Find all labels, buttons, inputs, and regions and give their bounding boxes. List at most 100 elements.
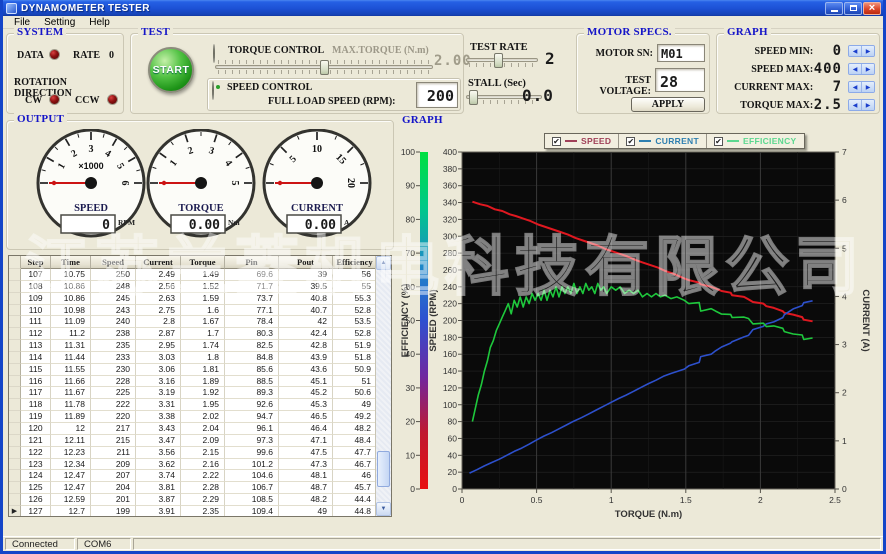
table-row[interactable]: 11911.892203.382.0294.746.549.2 bbox=[9, 411, 375, 423]
apply-button[interactable]: APPLY bbox=[631, 97, 705, 112]
table-scrollbar[interactable]: ▲ ▼ bbox=[375, 256, 391, 516]
full-load-speed-input[interactable]: 200 bbox=[416, 82, 458, 108]
torque-max-spinner[interactable]: ◀▶ bbox=[848, 99, 875, 111]
start-button[interactable]: START bbox=[148, 47, 194, 93]
table-row[interactable]: 12212.232113.562.1599.647.547.7 bbox=[9, 447, 375, 459]
row-selector[interactable] bbox=[9, 387, 21, 399]
slider-thumb[interactable] bbox=[320, 60, 329, 75]
column-header-torque[interactable]: Torque bbox=[181, 256, 225, 269]
scrollbar-track[interactable] bbox=[376, 270, 391, 502]
row-selector[interactable]: ▶ bbox=[9, 506, 21, 516]
speed-max-value: 400 bbox=[813, 61, 842, 77]
motor-sn-input[interactable]: M01 bbox=[657, 44, 705, 62]
data-table[interactable]: StepTimeSpeedCurrentTorquePinPoutEfficie… bbox=[8, 255, 392, 517]
cell: 12.59 bbox=[51, 494, 91, 506]
table-row[interactable]: 11211.22382.871.780.342.452.8 bbox=[9, 328, 375, 340]
test-voltage-input[interactable]: 28 bbox=[655, 68, 705, 92]
spinner-left-icon[interactable]: ◀ bbox=[849, 100, 862, 110]
row-selector[interactable] bbox=[9, 281, 21, 293]
scroll-up-button[interactable]: ▲ bbox=[376, 256, 391, 270]
table-row[interactable]: 12112.112153.472.0997.347.148.4 bbox=[9, 435, 375, 447]
cell: 240 bbox=[91, 316, 136, 328]
row-selector[interactable] bbox=[9, 411, 21, 423]
table-row[interactable]: 10810.862482.561.5271.739.555 bbox=[9, 281, 375, 293]
svg-text:20: 20 bbox=[406, 417, 416, 427]
row-selector[interactable] bbox=[9, 376, 21, 388]
row-selector[interactable] bbox=[9, 352, 21, 364]
spinner-right-icon[interactable]: ▶ bbox=[862, 46, 874, 56]
checkbox-icon[interactable]: ✔ bbox=[626, 137, 635, 146]
svg-text:0: 0 bbox=[102, 218, 110, 233]
title-bar[interactable]: DYNAMOMETER TESTER × bbox=[3, 0, 883, 16]
table-row[interactable]: ▶12712.71993.912.35109.44944.8 bbox=[9, 506, 375, 516]
table-row[interactable]: 10710.752502.491.4969.63956 bbox=[9, 269, 375, 281]
row-selector[interactable] bbox=[9, 494, 21, 506]
cell: 123 bbox=[21, 459, 51, 471]
spinner-right-icon[interactable]: ▶ bbox=[862, 82, 874, 92]
column-header-pout[interactable]: Pout bbox=[279, 256, 333, 269]
checkbox-icon[interactable]: ✔ bbox=[714, 137, 723, 146]
table-row[interactable]: 11111.092402.81.6778.44253.5 bbox=[9, 316, 375, 328]
table-row[interactable]: 11411.442333.031.884.843.951.8 bbox=[9, 352, 375, 364]
table-row[interactable]: 12312.342093.622.16101.247.346.7 bbox=[9, 459, 375, 471]
table-row[interactable]: 10910.862452.631.5973.740.855.3 bbox=[9, 293, 375, 305]
column-header-pin[interactable]: Pin bbox=[225, 256, 279, 269]
column-header-step[interactable]: Step bbox=[21, 256, 51, 269]
row-selector[interactable] bbox=[9, 459, 21, 471]
table-row[interactable]: 11010.982432.751.677.140.752.8 bbox=[9, 305, 375, 317]
speed-control-radio[interactable] bbox=[212, 81, 214, 100]
cell: 3.06 bbox=[136, 364, 181, 376]
column-header-speed[interactable]: Speed bbox=[91, 256, 136, 269]
speed-max-spinner[interactable]: ◀▶ bbox=[848, 63, 875, 75]
row-selector[interactable] bbox=[9, 435, 21, 447]
row-selector[interactable] bbox=[9, 328, 21, 340]
table-row[interactable]: 11811.782223.311.9592.645.349 bbox=[9, 399, 375, 411]
table-row[interactable]: 11711.672253.191.9289.345.250.6 bbox=[9, 387, 375, 399]
checkbox-icon[interactable]: ✔ bbox=[552, 137, 561, 146]
row-selector[interactable] bbox=[9, 423, 21, 435]
table-row[interactable]: 11611.662283.161.8988.545.151 bbox=[9, 376, 375, 388]
cell: 77.1 bbox=[225, 305, 279, 317]
spinner-left-icon[interactable]: ◀ bbox=[849, 64, 862, 74]
spinner-left-icon[interactable]: ◀ bbox=[849, 82, 862, 92]
current-max-spinner[interactable]: ◀▶ bbox=[848, 81, 875, 93]
table-row[interactable]: 11311.312352.951.7482.542.851.9 bbox=[9, 340, 375, 352]
row-selector[interactable] bbox=[9, 340, 21, 352]
table-row[interactable]: 12612.592013.872.29108.548.244.4 bbox=[9, 494, 375, 506]
menu-help[interactable]: Help bbox=[82, 17, 117, 28]
current-max-label: CURRENT MAX: bbox=[717, 82, 813, 93]
row-selector[interactable] bbox=[9, 269, 21, 281]
max-torque-slider[interactable] bbox=[215, 59, 433, 75]
table-row[interactable]: 12412.472073.742.22104.648.146 bbox=[9, 470, 375, 482]
spinner-right-icon[interactable]: ▶ bbox=[862, 100, 874, 110]
speed-min-spinner[interactable]: ◀▶ bbox=[848, 45, 875, 57]
slider-thumb[interactable] bbox=[494, 53, 503, 68]
spinner-right-icon[interactable]: ▶ bbox=[862, 64, 874, 74]
row-selector[interactable] bbox=[9, 293, 21, 305]
spinner-left-icon[interactable]: ◀ bbox=[849, 46, 862, 56]
slider-track[interactable] bbox=[215, 65, 433, 69]
row-selector[interactable] bbox=[9, 470, 21, 482]
test-rate-slider[interactable] bbox=[466, 58, 538, 68]
row-selector[interactable] bbox=[9, 364, 21, 376]
slider-track[interactable] bbox=[466, 58, 538, 62]
minimize-button[interactable] bbox=[825, 2, 843, 15]
table-row[interactable]: 120122173.432.0496.146.448.2 bbox=[9, 423, 375, 435]
slider-thumb[interactable] bbox=[469, 90, 478, 105]
close-button[interactable]: × bbox=[863, 2, 881, 15]
restore-button[interactable] bbox=[844, 2, 862, 15]
column-header-time[interactable]: Time bbox=[51, 256, 91, 269]
column-header-current[interactable]: Current bbox=[136, 256, 181, 269]
row-selector[interactable] bbox=[9, 447, 21, 459]
row-selector[interactable] bbox=[9, 482, 21, 494]
cell: 1.52 bbox=[181, 281, 225, 293]
table-row[interactable]: 11511.552303.061.8185.643.650.9 bbox=[9, 364, 375, 376]
column-header-efficiency[interactable]: Efficiency bbox=[333, 256, 375, 269]
table-row[interactable]: 12512.472043.812.28106.748.745.7 bbox=[9, 482, 375, 494]
row-selector[interactable] bbox=[9, 399, 21, 411]
scrollbar-thumb[interactable] bbox=[377, 451, 390, 487]
svg-text:20: 20 bbox=[448, 467, 458, 477]
row-selector[interactable] bbox=[9, 305, 21, 317]
row-selector[interactable] bbox=[9, 316, 21, 328]
scroll-down-button[interactable]: ▼ bbox=[376, 502, 391, 516]
